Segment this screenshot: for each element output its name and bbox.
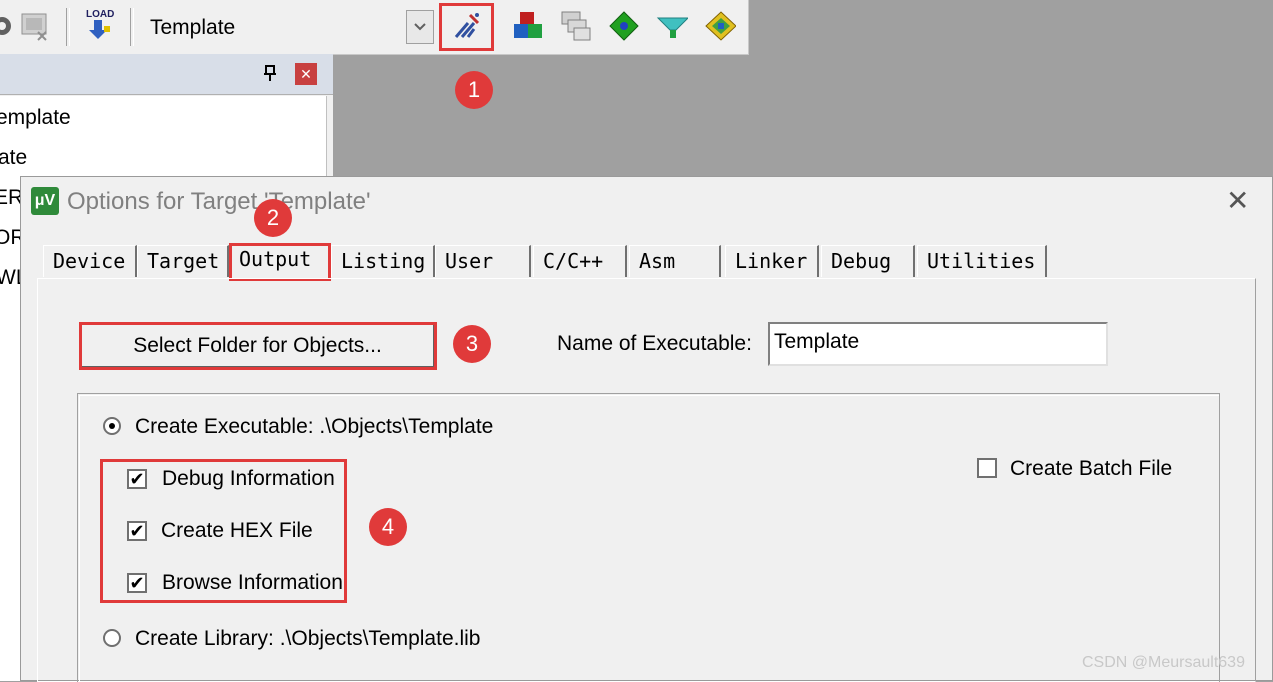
annotation-badge-4: 4 (369, 508, 407, 546)
dialog-title: Options for Target 'Template' (67, 188, 371, 215)
svg-text:LOAD: LOAD (86, 9, 114, 20)
batch-build-icon[interactable] (20, 10, 52, 42)
tab-linker[interactable]: Linker (725, 245, 819, 277)
tab-utilities[interactable]: Utilities (917, 245, 1047, 277)
annotation-badge-3: 3 (453, 325, 491, 363)
tab-target[interactable]: Target (137, 245, 229, 277)
manage-runtime-env-icon[interactable] (704, 10, 736, 42)
target-select[interactable]: Template (142, 8, 434, 46)
output-tab-highlight (229, 243, 331, 281)
select-software-packs-icon[interactable] (656, 10, 688, 42)
panel-header: ✕ (0, 54, 333, 95)
manage-components-icon[interactable] (608, 10, 640, 42)
tab-user[interactable]: User (435, 245, 531, 277)
create-library-label: Create Library: .\Objects\Template.lib (135, 627, 481, 650)
create-library-radio[interactable] (103, 629, 121, 647)
name-of-executable-input[interactable]: Template (768, 322, 1108, 366)
name-of-executable-label: Name of Executable: (557, 332, 752, 355)
annotation-badge-1: 1 (455, 71, 493, 109)
output-checkboxes-highlight (100, 459, 347, 603)
create-batch-label: Create Batch File (1010, 457, 1173, 480)
annotation-badge-2: 2 (254, 199, 292, 237)
select-folder-highlight (79, 322, 437, 370)
tab-asm[interactable]: Asm (629, 245, 721, 277)
toolbar: LOAD Template (0, 0, 749, 55)
create-executable-label: Create Executable: .\Objects\Template (135, 415, 494, 438)
download-load-icon[interactable]: LOAD (84, 8, 116, 40)
pack-installer-icon[interactable] (512, 10, 544, 42)
window-layout-icon[interactable] (560, 10, 592, 42)
radio-selected-dot (109, 423, 115, 429)
create-executable-radio[interactable] (103, 417, 121, 435)
tab-listing[interactable]: Listing (331, 245, 435, 277)
tab-debug[interactable]: Debug (821, 245, 915, 277)
create-batch-checkbox[interactable] (977, 458, 997, 478)
close-icon[interactable]: ✕ (295, 63, 317, 85)
options-dialog: μV Options for Target 'Template' ✕ Devic… (20, 176, 1273, 682)
target-select-value: Template (150, 16, 236, 39)
options-for-target-highlight (439, 3, 494, 51)
tree-item[interactable]: emplate (0, 106, 71, 130)
close-icon[interactable]: ✕ (1226, 187, 1249, 215)
tab-device[interactable]: Device (43, 245, 137, 277)
gear-icon[interactable] (0, 10, 18, 42)
tab-c-cpp[interactable]: C/C++ (533, 245, 627, 277)
watermark: CSDN @Meursault639 (1082, 654, 1245, 671)
uvision-logo-icon: μV (31, 187, 59, 215)
tree-item[interactable]: ate (0, 146, 27, 170)
pin-icon[interactable] (260, 64, 280, 84)
chevron-down-icon[interactable] (406, 10, 434, 44)
